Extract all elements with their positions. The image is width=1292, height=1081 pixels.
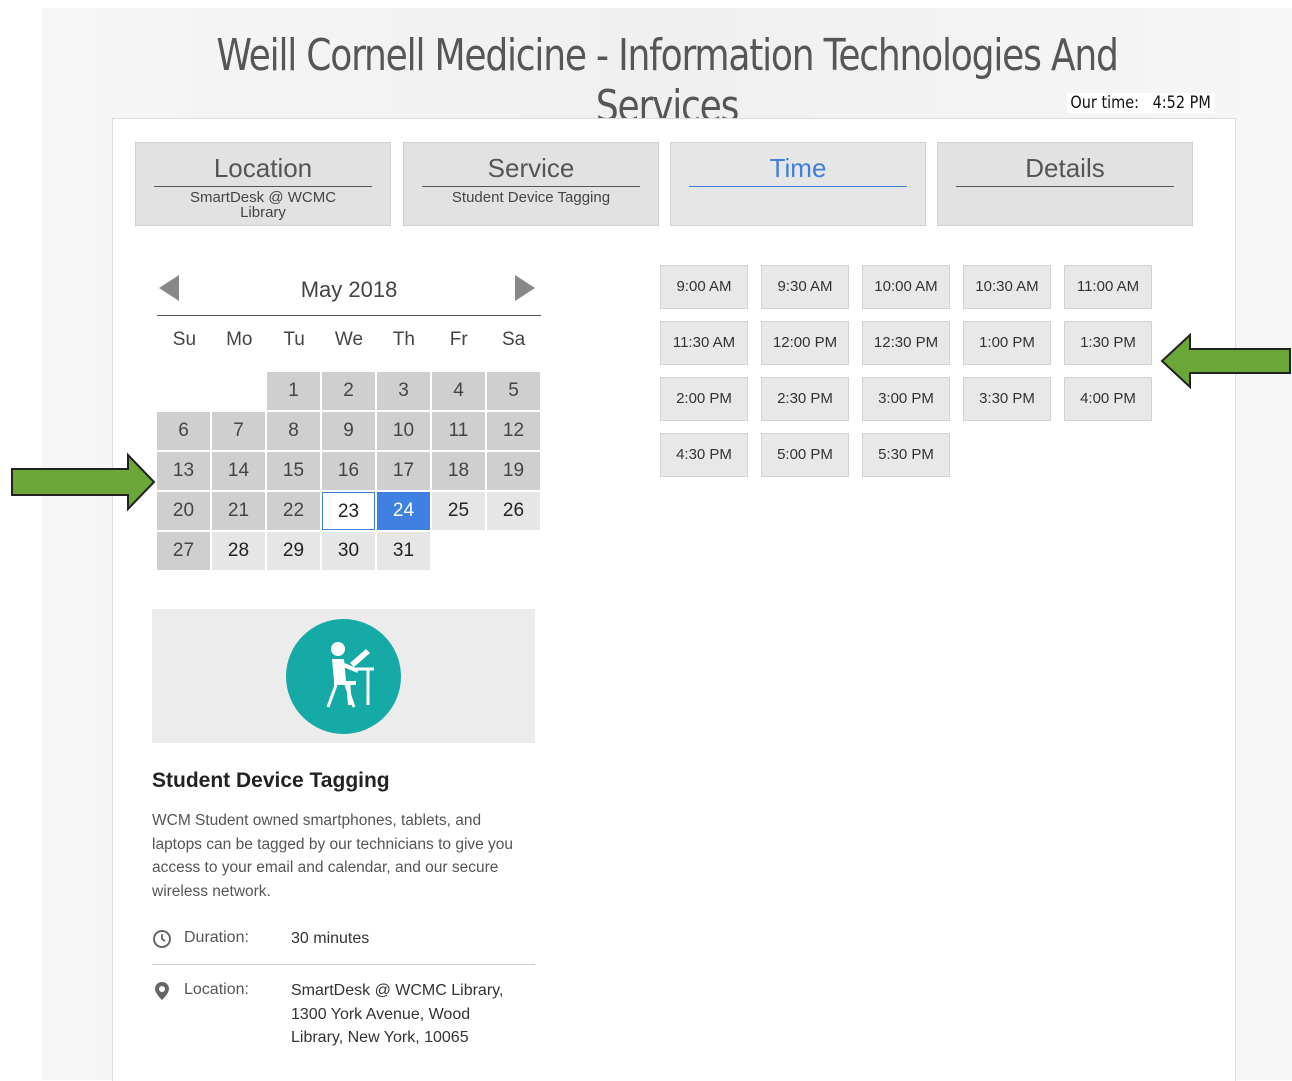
next-month-arrow-icon[interactable] [515,275,535,301]
map-pin-icon [152,981,172,1001]
tab-time-title: Time [769,153,827,183]
calendar-day[interactable]: 28 [212,532,265,570]
calendar-day[interactable]: 3 [377,372,430,410]
calendar-day[interactable]: 20 [157,492,210,530]
time-slot-button[interactable]: 1:30 PM [1064,321,1152,365]
calendar-header: May 2018 [157,271,541,316]
service-title: Student Device Tagging [152,769,390,792]
tab-service-subtitle: Student Device Tagging [451,189,611,206]
time-slot-button[interactable]: 3:30 PM [963,377,1051,421]
time-slot-button[interactable]: 4:00 PM [1064,377,1152,421]
tab-time-underline [689,186,907,187]
tab-location-subtitle: SmartDesk @ WCMC Library [189,189,337,221]
calendar-day[interactable]: 31 [377,532,430,570]
page-title: Weill Cornell Medicine - Information Tec… [216,30,1119,132]
calendar-day[interactable]: 27 [157,532,210,570]
time-slot-button[interactable]: 2:30 PM [761,377,849,421]
time-slot-button[interactable]: 1:00 PM [963,321,1051,365]
calendar-day[interactable]: 17 [377,452,430,490]
weekday-label: Su [172,329,197,350]
our-time-value: 4:52 PM [1152,93,1211,113]
person-at-laptop-icon [286,619,401,734]
calendar-day[interactable]: 10 [377,412,430,450]
weekday-label: Sa [501,329,526,350]
weekday-label: Th [392,329,415,350]
calendar-day[interactable]: 9 [322,412,375,450]
time-slot-button[interactable]: 10:00 AM [862,265,950,309]
clock-icon [152,929,172,949]
duration-value: 30 minutes [291,930,370,947]
calendar-day[interactable]: 11 [432,412,485,450]
tab-service-underline [422,186,640,187]
calendar-day[interactable]: 23 [322,492,375,530]
calendar-day[interactable]: 25 [432,492,485,530]
weekday-label: We [334,329,364,350]
calendar-day[interactable]: 5 [487,372,540,410]
time-slot-button[interactable]: 9:00 AM [660,265,748,309]
calendar-day[interactable]: 4 [432,372,485,410]
calendar-day[interactable]: 13 [157,452,210,490]
weekday-label: Fr [449,329,468,350]
calendar-day[interactable]: 15 [267,452,320,490]
info-divider [152,964,535,965]
time-slot-button[interactable]: 11:00 AM [1064,265,1152,309]
service-description: WCM Student owned smartphones, tablets, … [152,812,514,900]
time-slot-button[interactable]: 3:00 PM [862,377,950,421]
time-slot-button[interactable]: 12:30 PM [862,321,950,365]
calendar-day[interactable]: 2 [322,372,375,410]
time-slot-button[interactable]: 5:30 PM [862,433,950,477]
calendar-day[interactable]: 8 [267,412,320,450]
tab-location[interactable]: Location SmartDesk @ WCMC Library [135,142,391,226]
calendar-day[interactable]: 22 [267,492,320,530]
time-slot-button[interactable]: 12:00 PM [761,321,849,365]
service-image [152,609,535,743]
our-time-label: Our time: [1070,93,1139,113]
tab-details-title: Details [1025,153,1105,183]
time-slot-button[interactable]: 4:30 PM [660,433,748,477]
tab-details[interactable]: Details [937,142,1193,226]
tab-service-title: Service [487,153,575,183]
time-slot-button[interactable]: 10:30 AM [963,265,1051,309]
calendar-day[interactable]: 24 [377,492,430,530]
calendar-day[interactable]: 1 [267,372,320,410]
calendar-day[interactable]: 29 [267,532,320,570]
time-slot-button[interactable]: 2:00 PM [660,377,748,421]
weekday-label: Tu [283,329,305,350]
duration-label: Duration: [184,929,249,946]
tab-time[interactable]: Time [670,142,926,226]
calendar-day[interactable]: 21 [212,492,265,530]
time-slot-button[interactable]: 9:30 AM [761,265,849,309]
our-time: Our time: 4:52 PM [1066,93,1214,113]
tab-location-underline [154,186,372,187]
location-value: SmartDesk @ WCMC Library, 1300 York Aven… [291,982,504,1046]
calendar-month-label: May 2018 [300,277,398,302]
calendar-day[interactable]: 18 [432,452,485,490]
tab-service[interactable]: Service Student Device Tagging [403,142,659,226]
booking-card: Location SmartDesk @ WCMC Library Servic… [112,118,1236,1081]
calendar-day[interactable]: 14 [212,452,265,490]
time-slot-button[interactable]: 5:00 PM [761,433,849,477]
calendar-day[interactable]: 6 [157,412,210,450]
calendar-day[interactable]: 12 [487,412,540,450]
left-annotation-arrow-icon [11,452,156,512]
time-slot-button[interactable]: 11:30 AM [660,321,748,365]
calendar-day[interactable]: 26 [487,492,540,530]
calendar-day[interactable]: 30 [322,532,375,570]
calendar-weekdays: Su Mo Tu We Th Fr Sa [157,329,541,351]
location-label: Location: [184,981,249,998]
tab-details-underline [956,186,1174,187]
tab-location-title: Location [213,153,313,183]
calendar-day[interactable]: 16 [322,452,375,490]
calendar-day[interactable]: 7 [212,412,265,450]
calendar-day[interactable]: 19 [487,452,540,490]
weekday-label: Mo [226,329,253,350]
right-annotation-arrow-icon [1160,333,1291,389]
